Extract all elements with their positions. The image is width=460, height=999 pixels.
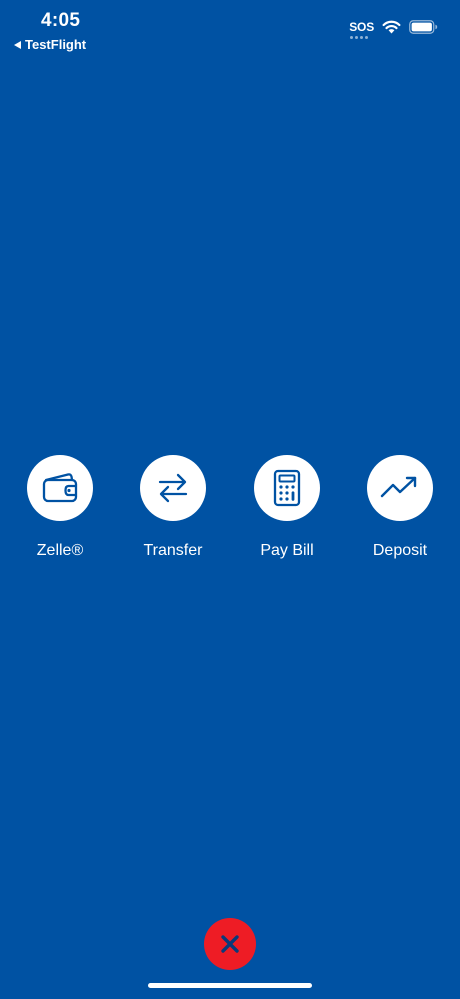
home-indicator [148,983,312,988]
transfer-label: Transfer [143,542,203,559]
calculator-icon [273,469,301,507]
pay-bill-label: Pay Bill [260,542,314,559]
status-indicators: SOS [349,20,438,39]
deposit-button[interactable] [367,455,433,521]
back-app-label: TestFlight [25,37,87,52]
deposit-label: Deposit [372,542,428,559]
zelle-label: Zelle® [36,542,84,559]
status-time: 4:05 [41,10,81,31]
transfer-arrows-icon [158,473,188,503]
sos-label: SOS [349,20,374,34]
zelle-button[interactable] [27,455,93,521]
pay-bill-action[interactable]: Pay Bill [232,455,342,560]
sos-indicator: SOS [349,20,374,39]
transfer-action[interactable]: Transfer [118,455,228,560]
close-icon [221,935,239,953]
battery-icon [409,20,438,34]
transfer-button[interactable] [140,455,206,521]
signal-dots [350,36,369,39]
back-to-app-link[interactable]: TestFlight [14,37,86,52]
pay-bill-button[interactable] [254,455,320,521]
deposit-action[interactable]: Deposit [345,455,455,560]
quick-actions-row: Zelle® Transfer Pay Bill Deposit [0,455,460,575]
trend-up-icon [380,476,417,498]
close-button[interactable] [204,918,256,970]
zelle-action[interactable]: Zelle® [5,455,115,560]
wifi-icon [382,20,401,34]
status-bar: 4:05 TestFlight SOS [0,0,460,60]
wallet-icon [42,473,78,503]
back-triangle-icon [14,40,21,49]
